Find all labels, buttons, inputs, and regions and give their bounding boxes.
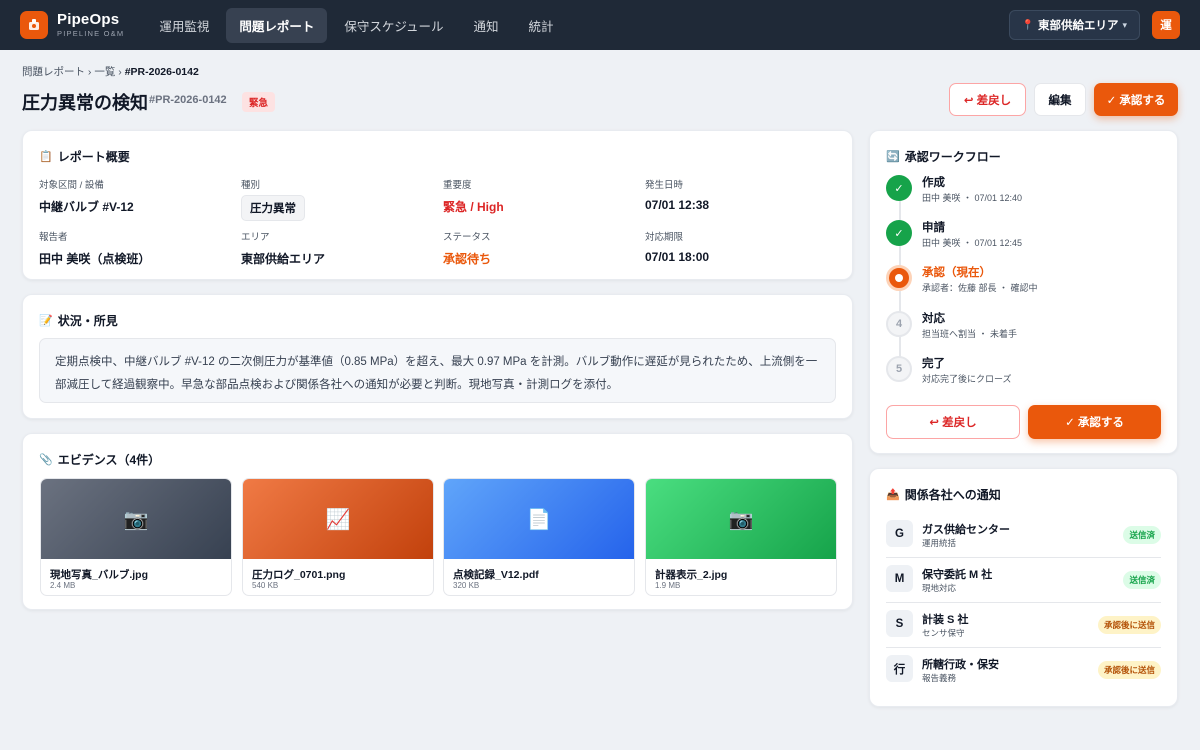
notify-row[interactable]: G ガス供給センター 運用統括 送信済 (886, 513, 1161, 558)
company-initial: 行 (886, 655, 913, 682)
chevron-down-icon: ▾ (1122, 19, 1127, 30)
overview-field-occurred-at: 発生日時 07/01 12:38 (645, 180, 710, 212)
breadcrumb-list[interactable]: 一覧 (94, 66, 115, 78)
overview-field-type: 種別 圧力異常 (241, 177, 305, 221)
evidence-item[interactable]: 📄 点検記録_V12.pdf 320 KB (443, 478, 635, 596)
nav-item-statistics[interactable]: 統計 (516, 8, 567, 43)
outbox-icon: 📤 (886, 489, 900, 501)
user-avatar[interactable]: 運 (1152, 11, 1180, 39)
evidence-item[interactable]: 📷 現地写真_バルブ.jpg 2.4 MB (40, 478, 232, 596)
paperclip-icon: 📎 (39, 454, 53, 466)
return-button[interactable]: ↩ 差戻し (949, 83, 1026, 116)
step-number-icon: 5 (886, 356, 912, 382)
breadcrumb-separator: › (87, 66, 92, 78)
notify-row[interactable]: S 計装 S 社 センサ保守 承認後に送信 (886, 603, 1161, 648)
notify-title: 📤 関係各社への通知 (886, 488, 1001, 502)
workflow-return-button[interactable]: ↩ 差戻し (886, 405, 1020, 439)
urgency-badge: 緊急 (242, 92, 276, 112)
notification-card: 📤 関係各社への通知 G ガス供給センター 運用統括 送信済 M 保守委託 M … (869, 468, 1178, 707)
evidence-title: 📎 エビデンス（4件） (39, 453, 161, 467)
approve-button[interactable]: ✓ 承認する (1094, 83, 1178, 116)
camera-icon: 📷 (41, 479, 231, 559)
map-pin-icon: 📍 (1021, 19, 1034, 31)
workflow-step-approval: 承認（現在） 承認者：佐藤 部長 ・ 確認中 (886, 265, 1146, 297)
approval-workflow-card: 🔄 承認ワークフロー ✓ 作成 田中 美咲 ・ 07/01 12:40 ✓ 申請… (869, 130, 1178, 454)
pipeline-icon (20, 11, 48, 39)
check-icon: ✓ (886, 220, 912, 246)
overview-field-target: 対象区間 / 設備 中継バルブ #V-12 (39, 180, 134, 214)
app-name: PipeOps (57, 11, 120, 29)
main-nav: 運用監視 問題レポート 保守スケジュール 通知 統計 (146, 7, 567, 43)
breadcrumb-root[interactable]: 問題レポート (22, 66, 85, 78)
refresh-icon: 🔄 (886, 151, 900, 163)
notify-row[interactable]: M 保守委託 M 社 現地対応 送信済 (886, 558, 1161, 603)
company-initial: G (886, 520, 913, 547)
current-step-icon (886, 265, 912, 291)
overview-title: 📋 レポート概要 (39, 150, 130, 164)
clipboard-icon: 📋 (39, 151, 53, 163)
workflow-step-submitted: ✓ 申請 田中 美咲 ・ 07/01 12:45 (886, 220, 1146, 252)
breadcrumb: 問題レポート › 一覧 › #PR-2026-0142 (22, 64, 199, 79)
breadcrumb-current: #PR-2026-0142 (124, 66, 199, 78)
workflow-step-response: 4 対応 担当班へ割当 ・ 未着手 (886, 311, 1146, 343)
workflow-step-complete: 5 完了 対応完了後にクローズ (886, 356, 1146, 388)
type-chip: 圧力異常 (241, 195, 305, 221)
status-badge: 承認後に送信 (1097, 616, 1161, 634)
nav-item-notifications[interactable]: 通知 (461, 8, 512, 43)
breadcrumb-separator: › (118, 66, 122, 78)
check-icon: ✓ (886, 175, 912, 201)
overview-field-status: ステータス 承認待ち (443, 232, 492, 266)
overview-field-area: エリア 東部供給エリア (241, 232, 326, 266)
report-overview-card: 📋 レポート概要 対象区間 / 設備 中継バルブ #V-12 種別 圧力異常 重… (22, 130, 853, 280)
company-initial: M (886, 565, 913, 592)
nav-item-issue-reports[interactable]: 問題レポート (226, 7, 328, 43)
evidence-item[interactable]: 📈 圧力ログ_0701.png 540 KB (242, 478, 434, 596)
page-title: 圧力異常の検知 (22, 93, 148, 113)
evidence-card: 📎 エビデンス（4件） 📷 現地写真_バルブ.jpg 2.4 MB 📈 圧力ログ… (22, 433, 853, 610)
overview-field-deadline: 対応期限 07/01 18:00 (645, 232, 710, 264)
status-badge: 送信済 (1123, 571, 1161, 589)
step-number-icon: 4 (886, 311, 912, 337)
notify-row[interactable]: 行 所轄行政・保安 報告義務 承認後に送信 (886, 648, 1161, 693)
nav-item-maintenance-schedule[interactable]: 保守スケジュール (331, 8, 456, 43)
chart-icon: 📈 (243, 479, 433, 559)
workflow-title: 🔄 承認ワークフロー (886, 150, 1001, 164)
edit-button[interactable]: 編集 (1034, 83, 1086, 116)
workflow-approve-button[interactable]: ✓ 承認する (1028, 405, 1161, 439)
camera-icon: 📷 (646, 479, 836, 559)
status-badge: 送信済 (1123, 526, 1161, 544)
region-selector[interactable]: 📍 東部供給エリア ▾ (1008, 10, 1140, 40)
situation-text: 定期点検中、中継バルブ #V-12 の二次側圧力が基準値（0.85 MPa）を超… (39, 338, 836, 403)
app-logo[interactable]: PipeOps PIPELINE O&M (20, 11, 124, 39)
workflow-step-created: ✓ 作成 田中 美咲 ・ 07/01 12:40 (886, 175, 1146, 207)
overview-field-reporter: 報告者 田中 美咲（点検班） (39, 232, 151, 266)
status-badge: 承認後に送信 (1097, 661, 1161, 679)
situation-card: 📝 状況・所見 定期点検中、中継バルブ #V-12 の二次側圧力が基準値（0.8… (22, 294, 853, 419)
report-id: #PR-2026-0142 (149, 94, 227, 106)
evidence-item[interactable]: 📷 計器表示_2.jpg 1.9 MB (645, 478, 837, 596)
app-subtitle: PIPELINE O&M (57, 29, 125, 39)
region-label: 東部供給エリア (1037, 20, 1119, 32)
document-icon: 📄 (444, 479, 634, 559)
overview-field-severity: 重要度 緊急 / High (443, 180, 504, 214)
memo-icon: 📝 (39, 315, 53, 327)
nav-item-monitoring[interactable]: 運用監視 (146, 8, 222, 43)
top-navigation-bar: PipeOps PIPELINE O&M 運用監視 問題レポート 保守スケジュー… (0, 0, 1200, 50)
situation-title: 📝 状況・所見 (39, 314, 118, 328)
company-initial: S (886, 610, 913, 637)
